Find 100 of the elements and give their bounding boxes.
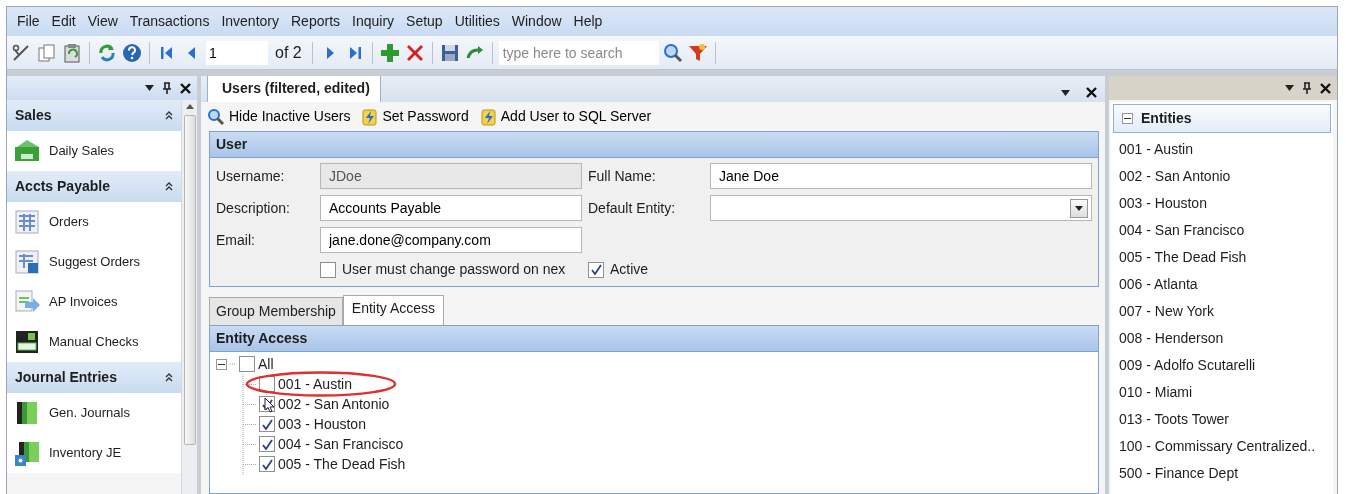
collapse-icon[interactable] — [165, 373, 173, 382]
sidebar-item[interactable]: Manual Checks — [7, 322, 181, 362]
minus-icon — [1124, 115, 1131, 122]
field-label: Username: — [216, 166, 286, 186]
tree-item[interactable]: All — [258, 353, 274, 375]
collapse-icon[interactable] — [165, 111, 173, 120]
expander-icon[interactable] — [216, 358, 227, 370]
field-label: Full Name: — [588, 166, 657, 186]
journal-icon — [13, 439, 41, 467]
menu-item[interactable]: Edit — [45, 10, 82, 33]
dropdown-icon[interactable] — [1061, 89, 1070, 96]
tree-checkbox[interactable] — [259, 456, 275, 472]
table-icon — [13, 248, 41, 276]
dropdown-icon[interactable] — [1075, 205, 1083, 211]
help-icon[interactable] — [121, 41, 143, 64]
scrollbar[interactable] — [181, 100, 197, 494]
menu-item[interactable]: Help — [567, 10, 609, 33]
tree-checkbox[interactable] — [239, 356, 255, 372]
sidebar-item[interactable]: Gen. Journals — [7, 393, 181, 433]
menu-item[interactable]: Inquiry — [346, 10, 401, 33]
menu-item[interactable]: Reports — [285, 10, 347, 33]
tree-checkbox[interactable] — [259, 416, 275, 432]
list-item[interactable]: 008 - Henderson — [1111, 324, 1333, 351]
dropdown-icon[interactable] — [1285, 85, 1294, 91]
group-header[interactable]: Journal Entries — [7, 362, 181, 393]
tree-checkbox[interactable] — [259, 436, 275, 452]
document-tab[interactable]: Users (filtered, edited) — [207, 76, 381, 102]
filter-icon[interactable] — [686, 41, 709, 64]
toolbar-button[interactable]: Hide Inactive Users — [207, 106, 351, 127]
search-icon[interactable] — [661, 41, 684, 64]
tree-line — [242, 393, 256, 415]
list-item[interactable]: 002 - San Antonio — [1111, 162, 1333, 189]
field-label: Description: — [216, 198, 291, 218]
pin-icon[interactable] — [1302, 82, 1312, 94]
checkbook-icon — [13, 328, 41, 356]
tree-line — [242, 373, 256, 395]
checkbox[interactable] — [588, 261, 604, 278]
list-item[interactable]: 003 - Houston — [1111, 189, 1333, 216]
list-item[interactable]: 005 - The Dead Fish — [1111, 243, 1333, 270]
list-item[interactable]: 009 - Adolfo Scutarelli — [1111, 351, 1333, 378]
menu-item[interactable]: Transactions — [123, 10, 216, 33]
toolbar-button[interactable]: Set Password — [362, 106, 469, 127]
menu-item[interactable]: Inventory — [215, 10, 285, 33]
record-field[interactable]: 1 — [206, 40, 268, 65]
check-icon — [261, 438, 273, 450]
checkbox[interactable] — [320, 261, 336, 278]
menu-item[interactable]: Window — [505, 10, 568, 33]
tab[interactable]: Group Membership — [209, 297, 343, 325]
field-label: Default Entity: — [588, 198, 677, 218]
panel-title: Entity Access — [210, 326, 1098, 352]
close-icon[interactable] — [180, 82, 191, 94]
panel-header[interactable]: Entities — [1113, 104, 1331, 133]
tree-item[interactable]: 001 - Austin — [278, 373, 352, 395]
list-item[interactable]: 001 - Austin — [1111, 135, 1333, 162]
sidebar-item[interactable]: Daily Sales — [7, 131, 181, 171]
collapse-icon[interactable] — [165, 182, 173, 191]
add-icon[interactable] — [378, 41, 401, 64]
tree-item[interactable]: 002 - San Antonio — [278, 393, 390, 415]
list-item[interactable]: 013 - Toots Tower — [1111, 405, 1333, 432]
tree-item[interactable]: 005 - The Dead Fish — [278, 453, 406, 475]
close-icon[interactable] — [1086, 87, 1097, 98]
text-field[interactable]: Jane Doe — [710, 163, 1092, 189]
paste-icon[interactable] — [61, 41, 83, 64]
tab[interactable]: Entity Access — [342, 295, 445, 325]
menu-item[interactable]: Utilities — [448, 10, 506, 33]
list-item[interactable]: 006 - Atlanta — [1111, 270, 1333, 297]
sidebar-item[interactable]: Suggest Orders — [7, 242, 181, 282]
dropdown-field[interactable] — [710, 195, 1092, 221]
group-header[interactable]: Sales — [7, 100, 181, 131]
pin-icon[interactable] — [162, 82, 172, 94]
record-count: of 2 — [274, 42, 303, 63]
scroll-up-icon[interactable] — [185, 104, 194, 109]
list-item[interactable]: 010 - Miami — [1111, 378, 1333, 405]
menu-item[interactable]: Setup — [400, 10, 449, 33]
check-icon — [261, 458, 273, 470]
sidebar-item[interactable]: AP Invoices — [7, 282, 181, 322]
text-field[interactable]: jane.done@company.com — [320, 227, 582, 253]
text-field[interactable]: Accounts Payable — [320, 195, 582, 221]
close-icon[interactable] — [1320, 82, 1331, 94]
tree-item[interactable]: 003 - Houston — [278, 413, 366, 435]
sidebar-item[interactable]: Orders — [7, 202, 181, 242]
search-field[interactable]: type here to search — [498, 40, 659, 65]
list-item[interactable]: 007 - New York — [1111, 297, 1333, 324]
list-item[interactable]: 100 - Commissary Centralized.. — [1111, 432, 1333, 459]
menu-item[interactable]: File — [11, 10, 46, 33]
panel-title: Entities — [1141, 109, 1192, 128]
list-item[interactable]: 500 - Finance Dept — [1111, 459, 1333, 486]
group-header[interactable]: Accts Payable — [7, 171, 181, 202]
check-icon — [590, 264, 602, 275]
toolbar-button[interactable]: Add User to SQL Server — [480, 106, 652, 127]
menu-item[interactable]: View — [81, 10, 124, 33]
field-label: Email: — [216, 230, 256, 250]
tree-item[interactable]: 004 - San Francisco — [278, 433, 404, 455]
group-title: User — [210, 132, 1098, 158]
sidebar-item[interactable]: Inventory JE — [7, 433, 181, 473]
expander-icon[interactable] — [1122, 113, 1133, 124]
lightning-icon — [480, 107, 497, 126]
dropdown-icon[interactable] — [145, 85, 154, 91]
group-title: Journal Entries — [15, 368, 117, 387]
list-item[interactable]: 004 - San Francisco — [1111, 216, 1333, 243]
